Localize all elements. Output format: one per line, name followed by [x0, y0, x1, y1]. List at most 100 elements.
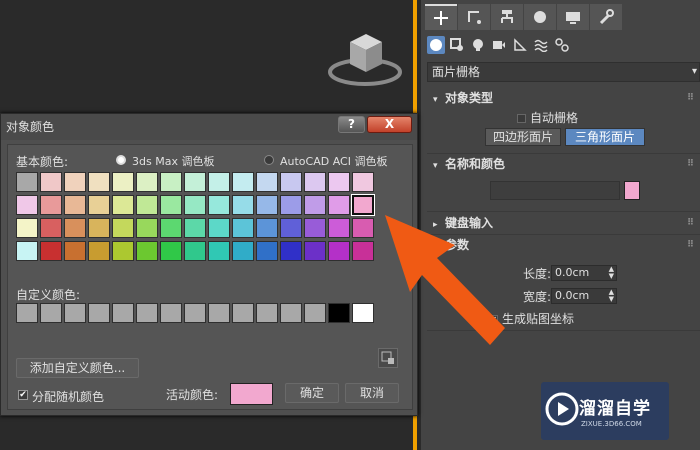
basic-color-swatch[interactable]: [351, 194, 375, 216]
close-button[interactable]: X: [367, 116, 412, 133]
basic-color-swatch[interactable]: [232, 195, 254, 215]
geometry-type-dropdown[interactable]: 面片栅格 ▾: [427, 62, 700, 82]
viewcube-icon[interactable]: [328, 28, 402, 90]
custom-color-swatch[interactable]: [64, 303, 86, 323]
basic-color-swatch[interactable]: [184, 172, 206, 192]
help-button[interactable]: ?: [338, 116, 365, 133]
cameras-icon[interactable]: [490, 36, 508, 54]
basic-color-swatch[interactable]: [280, 172, 302, 192]
spacewarps-icon[interactable]: [532, 36, 550, 54]
spinner-arrows-icon[interactable]: ▲ ▼: [609, 289, 614, 303]
custom-color-swatch[interactable]: [160, 303, 182, 323]
spinner-arrows-icon[interactable]: ▲ ▼: [609, 266, 614, 280]
basic-color-swatch[interactable]: [256, 172, 278, 192]
basic-color-swatch[interactable]: [112, 172, 134, 192]
basic-color-swatch[interactable]: [208, 195, 230, 215]
keyboard-input-rollout-header[interactable]: ▸ 键盘输入 ⠿: [427, 213, 700, 233]
basic-color-swatch[interactable]: [88, 195, 110, 215]
basic-color-swatch[interactable]: [40, 241, 62, 261]
basic-color-swatch[interactable]: [40, 172, 62, 192]
basic-color-swatch[interactable]: [208, 218, 230, 238]
basic-color-swatch[interactable]: [232, 218, 254, 238]
basic-color-swatch[interactable]: [328, 218, 350, 238]
basic-color-swatch[interactable]: [208, 172, 230, 192]
geometry-icon[interactable]: [427, 36, 445, 54]
basic-color-swatch[interactable]: [16, 241, 38, 261]
add-custom-color-button[interactable]: 添加自定义颜色...: [16, 358, 139, 378]
display-tab-icon[interactable]: [557, 4, 589, 30]
basic-color-swatch[interactable]: [40, 218, 62, 238]
basic-color-swatch[interactable]: [88, 218, 110, 238]
utilities-tab-icon[interactable]: [590, 4, 622, 30]
basic-color-swatch[interactable]: [112, 241, 134, 261]
basic-color-swatch[interactable]: [136, 241, 158, 261]
hierarchy-tab-icon[interactable]: [491, 4, 523, 30]
basic-color-swatch[interactable]: [16, 218, 38, 238]
basic-color-swatch[interactable]: [256, 241, 278, 261]
basic-color-swatch[interactable]: [136, 172, 158, 192]
basic-color-swatch[interactable]: [64, 172, 86, 192]
basic-color-swatch[interactable]: [112, 195, 134, 215]
radio-3ds-palette[interactable]: [116, 155, 126, 165]
length-spinner[interactable]: 0.0cm ▲ ▼: [551, 265, 617, 281]
custom-color-swatch[interactable]: [184, 303, 206, 323]
basic-color-swatch[interactable]: [160, 195, 182, 215]
object-name-field[interactable]: [490, 181, 620, 200]
basic-color-swatch[interactable]: [64, 241, 86, 261]
tri-patch-button[interactable]: 三角形面片: [565, 128, 645, 146]
basic-color-swatch[interactable]: [232, 241, 254, 261]
basic-color-swatch[interactable]: [280, 241, 302, 261]
name-color-rollout-header[interactable]: ▾ 名称和颜色 ⠿: [427, 154, 700, 174]
basic-color-swatch[interactable]: [328, 172, 350, 192]
custom-color-swatch[interactable]: [232, 303, 254, 323]
custom-color-swatch[interactable]: [88, 303, 110, 323]
basic-color-swatch[interactable]: [40, 195, 62, 215]
systems-icon[interactable]: [553, 36, 571, 54]
custom-color-swatch[interactable]: [256, 303, 278, 323]
basic-color-swatch[interactable]: [352, 241, 374, 261]
custom-color-swatch[interactable]: [16, 303, 38, 323]
basic-color-swatch[interactable]: [256, 195, 278, 215]
create-tab-icon[interactable]: [425, 4, 457, 30]
lights-icon[interactable]: [469, 36, 487, 54]
modify-tab-icon[interactable]: [458, 4, 490, 30]
auto-grid-checkbox[interactable]: 自动栅格: [517, 109, 578, 126]
basic-color-swatch[interactable]: [208, 241, 230, 261]
basic-color-swatch[interactable]: [88, 241, 110, 261]
ok-button[interactable]: 确定: [285, 383, 339, 403]
custom-color-swatch[interactable]: [328, 303, 350, 323]
basic-color-swatch[interactable]: [16, 195, 38, 215]
basic-color-swatch[interactable]: [184, 195, 206, 215]
width-spinner[interactable]: 0.0cm ▲ ▼: [551, 288, 617, 304]
custom-color-swatch[interactable]: [352, 303, 374, 323]
basic-color-swatch[interactable]: [352, 172, 374, 192]
custom-color-swatch[interactable]: [280, 303, 302, 323]
custom-color-swatch[interactable]: [136, 303, 158, 323]
basic-color-swatch[interactable]: [16, 172, 38, 192]
basic-color-swatch[interactable]: [352, 218, 374, 238]
basic-color-swatch[interactable]: [160, 172, 182, 192]
custom-color-swatch[interactable]: [208, 303, 230, 323]
basic-color-swatch[interactable]: [304, 195, 326, 215]
basic-color-swatch[interactable]: [184, 218, 206, 238]
gen-mapping-checkbox[interactable]: ✔ 生成贴图坐标: [489, 310, 574, 327]
basic-color-swatch[interactable]: [256, 218, 278, 238]
basic-color-swatch[interactable]: [304, 172, 326, 192]
basic-color-swatch[interactable]: [88, 172, 110, 192]
basic-color-swatch[interactable]: [160, 218, 182, 238]
basic-color-swatch[interactable]: [184, 241, 206, 261]
quad-patch-button[interactable]: 四边形面片: [485, 128, 561, 146]
basic-color-swatch[interactable]: [160, 241, 182, 261]
helpers-icon[interactable]: [511, 36, 529, 54]
basic-color-swatch[interactable]: [328, 241, 350, 261]
basic-color-swatch[interactable]: [328, 195, 350, 215]
basic-color-swatch[interactable]: [280, 195, 302, 215]
custom-color-swatch[interactable]: [304, 303, 326, 323]
custom-color-swatch[interactable]: [40, 303, 62, 323]
basic-color-swatch[interactable]: [136, 195, 158, 215]
basic-color-swatch[interactable]: [112, 218, 134, 238]
basic-color-swatch[interactable]: [304, 218, 326, 238]
basic-color-swatch[interactable]: [304, 241, 326, 261]
object-color-swatch[interactable]: [624, 181, 640, 200]
object-type-rollout-header[interactable]: ▾ 对象类型 ⠿: [427, 88, 700, 108]
